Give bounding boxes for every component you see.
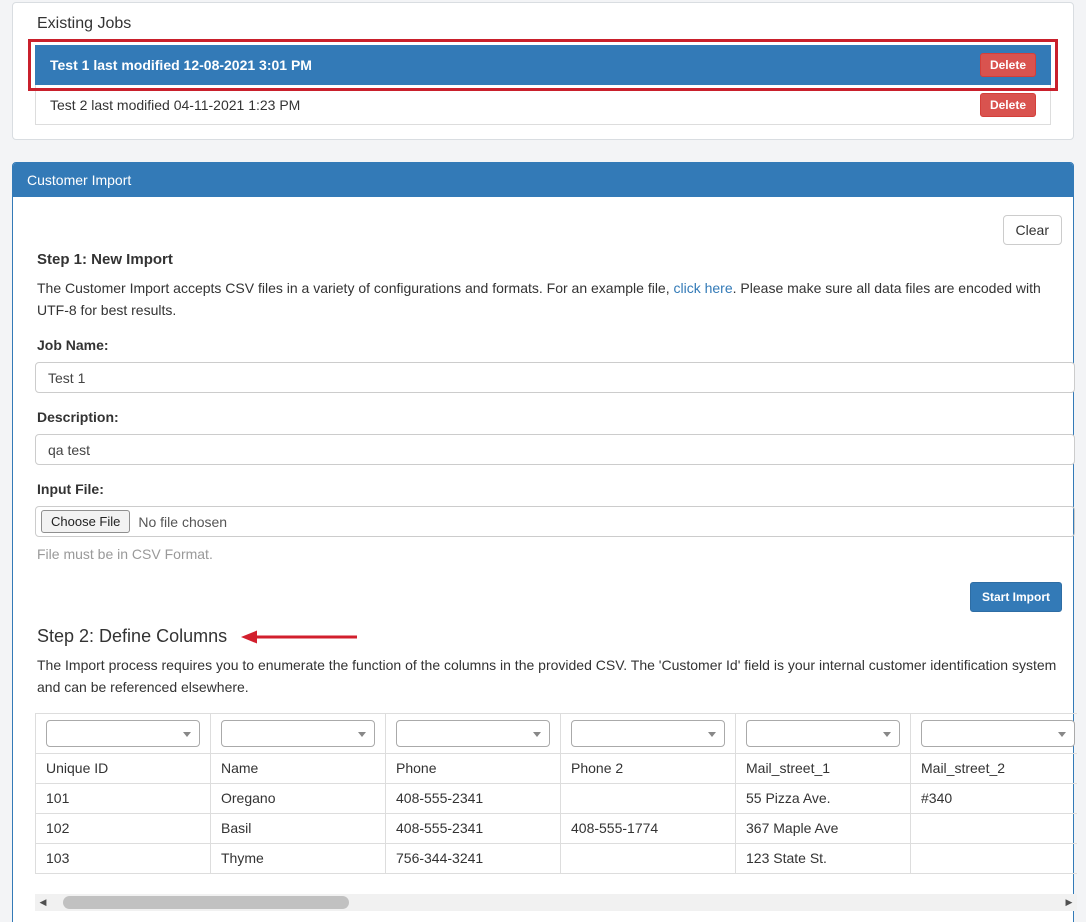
scroll-track[interactable] (51, 894, 1061, 911)
table-header-row: Unique ID Name Phone Phone 2 Mail_street… (36, 753, 1078, 783)
table-cell: Oregano (211, 783, 386, 813)
table-cell: 756-344-3241 (386, 843, 561, 873)
table-row: 103 Thyme 756-344-3241 123 State St. (36, 843, 1078, 873)
scroll-left-arrow-icon[interactable]: ◀ (35, 894, 51, 911)
column-header: Mail_street_2 (911, 753, 1078, 783)
choose-file-button[interactable]: Choose File (41, 510, 130, 533)
chevron-down-icon (883, 732, 891, 737)
column-select[interactable] (571, 720, 725, 747)
column-header: Unique ID (36, 753, 211, 783)
table-cell (561, 843, 736, 873)
delete-job-button[interactable]: Delete (980, 53, 1036, 77)
file-format-hint: File must be in CSV Format. (37, 546, 1062, 562)
job-label: Test 1 last modified 12-08-2021 3:01 PM (50, 57, 312, 73)
job-row-test2[interactable]: Test 2 last modified 04-11-2021 1:23 PM … (35, 85, 1051, 125)
step1-title: Step 1: New Import (37, 251, 1062, 268)
customer-import-header: Customer Import (13, 163, 1073, 197)
delete-job-button[interactable]: Delete (980, 93, 1036, 117)
table-cell: 102 (36, 813, 211, 843)
job-name-label: Job Name: (37, 337, 1062, 353)
table-cell: #340 (911, 783, 1078, 813)
column-header: Mail_street_1 (736, 753, 911, 783)
table-cell (561, 783, 736, 813)
existing-jobs-panel: Existing Jobs Test 1 last modified 12-08… (12, 2, 1074, 140)
clear-button[interactable]: Clear (1003, 215, 1062, 245)
table-cell (911, 843, 1078, 873)
column-select-row (36, 713, 1078, 753)
chevron-down-icon (358, 732, 366, 737)
table-cell: Basil (211, 813, 386, 843)
table-cell: 367 Maple Ave (736, 813, 911, 843)
horizontal-scrollbar[interactable]: ◀ ▶ (35, 894, 1077, 911)
annotation-arrow (239, 629, 361, 645)
start-import-button[interactable]: Start Import (970, 582, 1062, 612)
existing-jobs-title: Existing Jobs (37, 15, 1063, 33)
table-cell: 123 State St. (736, 843, 911, 873)
file-input[interactable]: Choose File No file chosen (35, 506, 1075, 537)
customer-import-panel: Customer Import Clear Step 1: New Import… (12, 162, 1074, 922)
table-cell: 408-555-2341 (386, 813, 561, 843)
customer-import-body: Clear Step 1: New Import The Customer Im… (13, 197, 1073, 922)
chevron-down-icon (1058, 732, 1066, 737)
table-cell: Thyme (211, 843, 386, 873)
column-header: Phone 2 (561, 753, 736, 783)
table-row: 102 Basil 408-555-2341 408-555-1774 367 … (36, 813, 1078, 843)
scroll-right-arrow-icon[interactable]: ▶ (1061, 894, 1077, 911)
column-select[interactable] (396, 720, 550, 747)
description-input[interactable] (35, 434, 1075, 465)
table-cell: 101 (36, 783, 211, 813)
no-file-chosen-text: No file chosen (138, 514, 227, 530)
table-cell (911, 813, 1078, 843)
column-select[interactable] (746, 720, 900, 747)
step1-description: The Customer Import accepts CSV files in… (37, 278, 1062, 321)
column-select[interactable] (221, 720, 375, 747)
table-cell: 408-555-1774 (561, 813, 736, 843)
table-cell: 408-555-2341 (386, 783, 561, 813)
column-header: Name (211, 753, 386, 783)
page: Existing Jobs Test 1 last modified 12-08… (0, 0, 1086, 922)
scroll-thumb[interactable] (63, 896, 349, 909)
chevron-down-icon (183, 732, 191, 737)
chevron-down-icon (708, 732, 716, 737)
job-label: Test 2 last modified 04-11-2021 1:23 PM (50, 97, 300, 113)
table-row: 101 Oregano 408-555-2341 55 Pizza Ave. #… (36, 783, 1078, 813)
job-name-input[interactable] (35, 362, 1075, 393)
column-header: Phone (386, 753, 561, 783)
job-row-test1[interactable]: Test 1 last modified 12-08-2021 3:01 PM … (35, 45, 1051, 85)
column-select[interactable] (921, 720, 1075, 747)
step1-desc-before: The Customer Import accepts CSV files in… (37, 280, 674, 296)
step2-title: Step 2: Define Columns (37, 626, 227, 647)
csv-preview-table-wrap: Unique ID Name Phone Phone 2 Mail_street… (35, 713, 1077, 874)
table-cell: 103 (36, 843, 211, 873)
column-select[interactable] (46, 720, 200, 747)
jobs-list: Test 1 last modified 12-08-2021 3:01 PM … (35, 45, 1051, 125)
description-label: Description: (37, 409, 1062, 425)
table-cell: 55 Pizza Ave. (736, 783, 911, 813)
csv-preview-table: Unique ID Name Phone Phone 2 Mail_street… (35, 713, 1077, 874)
step2-description: The Import process requires you to enume… (37, 655, 1062, 698)
input-file-label: Input File: (37, 481, 1062, 497)
example-file-link[interactable]: click here (674, 280, 733, 296)
chevron-down-icon (533, 732, 541, 737)
